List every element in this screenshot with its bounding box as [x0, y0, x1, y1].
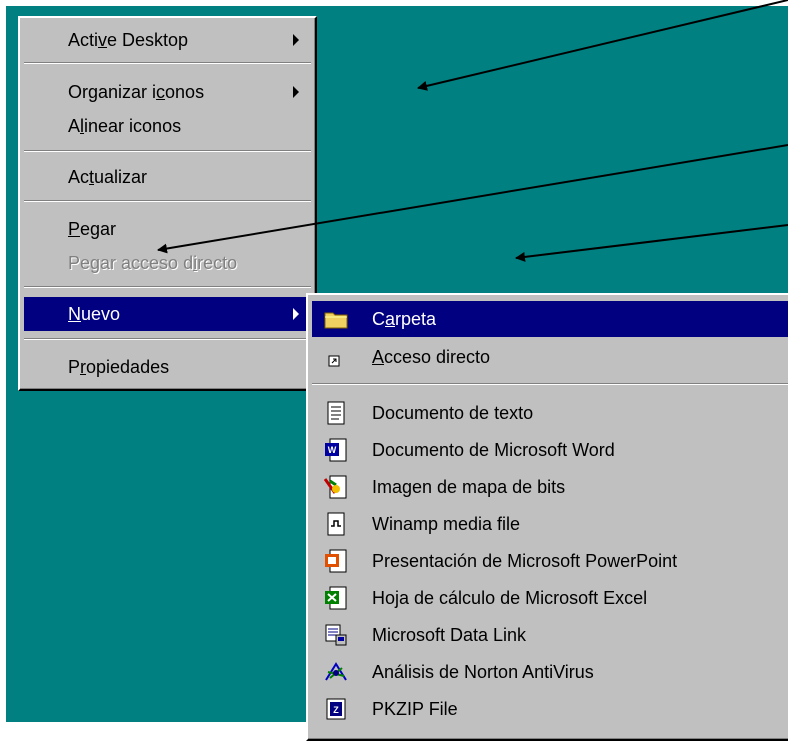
menu-item-alinear-iconos[interactable]: Alinear iconos: [24, 109, 311, 143]
submenu-arrow-icon: [293, 308, 299, 320]
powerpoint-icon: [324, 549, 348, 573]
desktop-context-menu: Active Desktop Organizar iconos Alinear …: [18, 16, 317, 391]
bitmap-image-icon: [323, 475, 348, 499]
submenu-item-pkzip[interactable]: Z PKZIP File: [312, 691, 788, 727]
data-link-icon: [324, 623, 348, 647]
submenu-arrow-icon: [293, 34, 299, 46]
menu-separator: [24, 200, 311, 202]
submenu-item-bitmap[interactable]: Imagen de mapa de bits: [312, 469, 788, 505]
menu-item-pegar[interactable]: Pegar: [24, 212, 311, 246]
svg-text:Z: Z: [333, 705, 339, 715]
pkzip-icon: Z: [324, 697, 348, 721]
menu-item-actualizar[interactable]: Actualizar: [24, 160, 311, 194]
menu-item-organizar-iconos[interactable]: Organizar iconos: [24, 75, 311, 109]
submenu-item-powerpoint[interactable]: Presentación de Microsoft PowerPoint: [312, 543, 788, 579]
menu-separator: [24, 338, 311, 340]
shortcut-icon: [324, 345, 348, 369]
submenu-item-word[interactable]: W Documento de Microsoft Word: [312, 432, 788, 468]
menu-item-pegar-acceso-directo: Pegar acceso directo: [68, 253, 238, 273]
submenu-item-acceso-directo[interactable]: Acceso directo: [312, 339, 788, 375]
norton-antivirus-icon: [324, 660, 348, 684]
submenu-item-winamp[interactable]: Winamp media file: [312, 506, 788, 542]
submenu-item-data-link[interactable]: Microsoft Data Link: [312, 617, 788, 653]
menu-item-active-desktop[interactable]: Active Desktop: [24, 23, 311, 57]
menu-separator: [24, 150, 311, 152]
menu-separator: [24, 286, 311, 288]
menu-item-nuevo[interactable]: Nuevo: [24, 297, 311, 331]
submenu-item-excel[interactable]: Hoja de cálculo de Microsoft Excel: [312, 580, 788, 616]
text-document-icon: [324, 401, 348, 425]
menu-separator: [24, 62, 311, 64]
submenu-arrow-icon: [293, 86, 299, 98]
excel-icon: [324, 586, 348, 610]
folder-icon: [324, 307, 348, 331]
svg-text:W: W: [328, 445, 337, 455]
menu-item-propiedades[interactable]: Propiedades: [24, 350, 311, 384]
new-submenu: Carpeta Acceso directo Documento de text…: [306, 293, 788, 741]
submenu-item-documento-texto[interactable]: Documento de texto: [312, 395, 788, 431]
submenu-item-norton[interactable]: Análisis de Norton AntiVirus: [312, 654, 788, 690]
menu-separator: [312, 383, 788, 385]
word-document-icon: W: [324, 438, 348, 462]
submenu-item-carpeta[interactable]: Carpeta: [312, 301, 788, 337]
winamp-media-icon: [324, 512, 348, 536]
